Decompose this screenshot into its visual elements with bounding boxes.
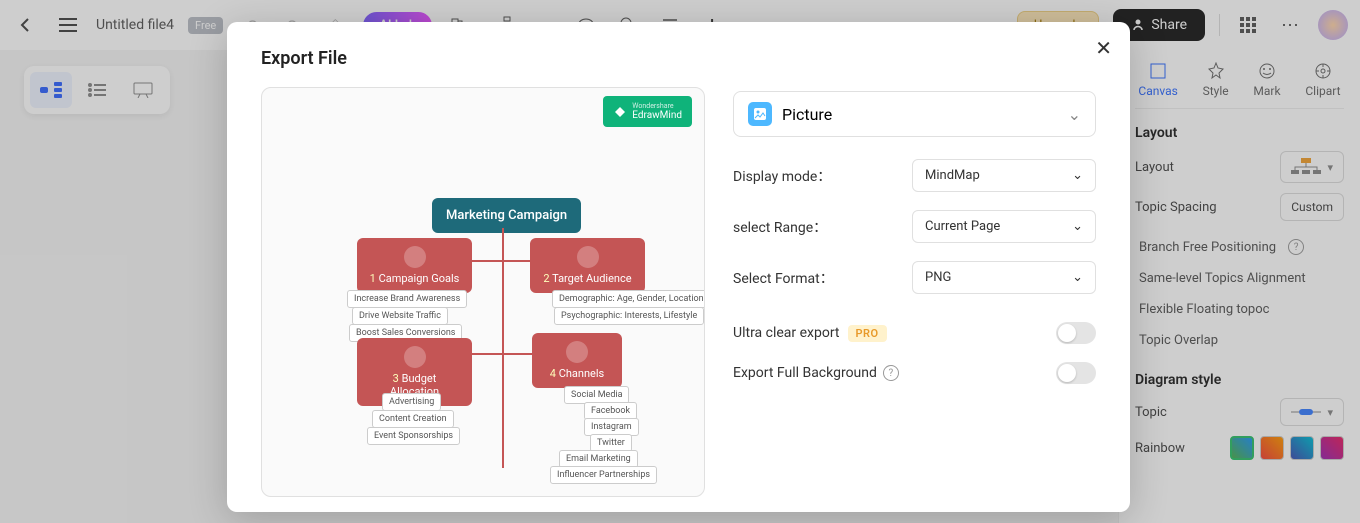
mm-sub: Event Sponsorships: [367, 427, 460, 445]
chevron-down-icon: ⌄: [1072, 168, 1083, 183]
export-preview: WondershareEdrawMind Marketing Campaign …: [261, 87, 705, 497]
export-type-label: Picture: [782, 105, 832, 124]
export-type-select[interactable]: Picture ⌄: [733, 91, 1096, 137]
mm-sub: Psychographic: Interests, Lifestyle: [554, 307, 704, 325]
display-mode-label: Display mode：: [733, 166, 831, 186]
pro-badge: PRO: [848, 325, 887, 342]
mm-sub: Content Creation: [372, 410, 454, 428]
format-label: Select Format：: [733, 268, 834, 288]
full-bg-toggle[interactable]: [1056, 362, 1096, 384]
picture-icon: [748, 102, 772, 126]
mm-node-goals: 1 Campaign Goals: [357, 238, 472, 293]
ultra-clear-toggle[interactable]: [1056, 322, 1096, 344]
chevron-down-icon: ⌄: [1072, 219, 1083, 234]
ultra-clear-label: Ultra clear export: [733, 325, 840, 341]
export-form: Picture ⌄ Display mode： MindMap⌄ select …: [733, 87, 1096, 497]
chevron-down-icon: ⌄: [1072, 270, 1083, 285]
full-bg-label: Export Full Background: [733, 365, 877, 381]
range-select[interactable]: Current Page⌄: [912, 210, 1096, 243]
display-mode-select[interactable]: MindMap⌄: [912, 159, 1096, 192]
mm-sub: Increase Brand Awareness: [347, 290, 467, 308]
export-modal: ✕ Export File WondershareEdrawMind Marke…: [227, 22, 1130, 512]
mm-node-audience: 2 Target Audience: [530, 238, 645, 293]
help-icon[interactable]: ?: [883, 365, 899, 381]
chevron-down-icon: ⌄: [1068, 105, 1081, 124]
mm-sub: Demographic: Age, Gender, Location: [552, 290, 705, 308]
mm-sub: Advertising: [382, 393, 441, 411]
range-label: select Range：: [733, 217, 827, 237]
mm-root: Marketing Campaign: [432, 198, 581, 233]
close-icon[interactable]: ✕: [1095, 36, 1112, 60]
format-select[interactable]: PNG⌄: [912, 261, 1096, 294]
edrawmind-watermark: WondershareEdrawMind: [603, 96, 692, 127]
mm-node-channels: 4 Channels: [532, 333, 622, 388]
mm-sub: Drive Website Traffic: [352, 307, 448, 325]
mm-sub: Influencer Partnerships: [550, 466, 657, 484]
modal-title: Export File: [261, 48, 1096, 69]
